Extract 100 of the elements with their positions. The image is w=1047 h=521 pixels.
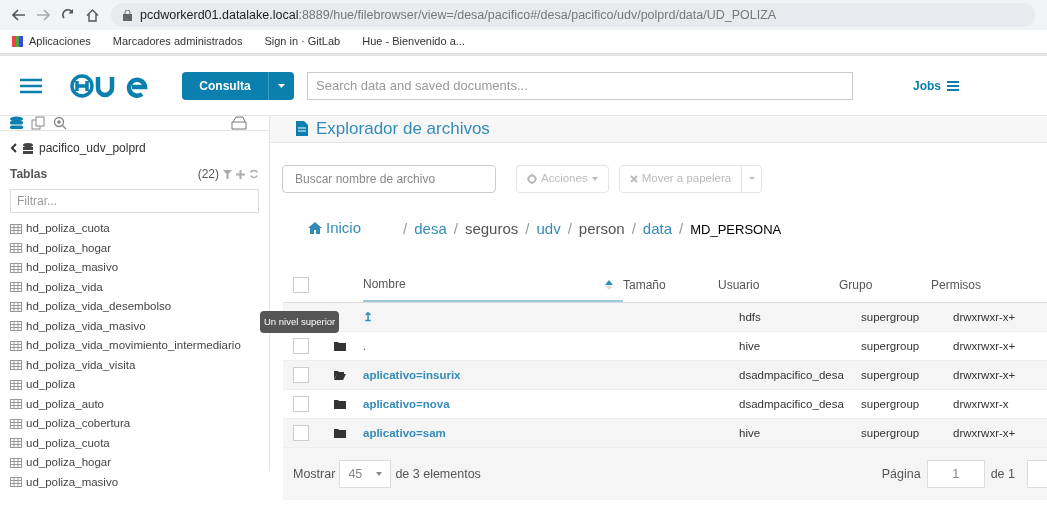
path-link[interactable]: data xyxy=(642,217,673,241)
path-link[interactable]: desa xyxy=(414,217,447,241)
folder-icon xyxy=(334,399,346,410)
documents-icon[interactable] xyxy=(31,116,45,130)
table-cell-text: hdfs xyxy=(739,309,762,325)
jobs-link[interactable]: Jobs xyxy=(913,76,941,95)
search-field[interactable]: Search data and saved documents... xyxy=(307,71,853,100)
table-icon xyxy=(10,457,22,468)
table-icon xyxy=(10,340,22,351)
table-cell-text: drwxrwxr-x xyxy=(953,396,1009,412)
table-cell-text: dsadmpacifico_desa xyxy=(739,396,845,412)
column-header[interactable]: Tamaño xyxy=(623,276,718,295)
gear-icon xyxy=(527,173,537,184)
folder-icon xyxy=(334,341,346,352)
checkbox[interactable] xyxy=(293,367,309,384)
column-header[interactable]: Permisos xyxy=(931,276,981,295)
reload-icon[interactable] xyxy=(62,9,74,21)
table-icon xyxy=(10,418,22,429)
table-item[interactable]: ud_poliza xyxy=(10,375,259,395)
column-header[interactable]: Usuario xyxy=(718,276,839,295)
checkbox[interactable] xyxy=(293,425,309,442)
table-item[interactable]: hd_poliza_vida_movimiento_intermediario xyxy=(10,336,259,356)
table-item[interactable]: hd_poliza_vida_visita xyxy=(10,355,259,375)
address-bar[interactable]: pcdworkerd01.datalake.local:8889/hue/filebrowser/view=/desa/pacifico#/desa/pacifico/udv/polprd/data/UD_POLIZA xyxy=(111,3,1035,27)
file-icon xyxy=(296,121,308,137)
open-folder-icon xyxy=(334,370,346,381)
database-icon xyxy=(23,142,33,154)
column-header[interactable]: Grupo xyxy=(839,276,931,295)
table-cell-text: supergroup xyxy=(861,396,921,412)
checkbox[interactable] xyxy=(293,396,309,413)
path-separator: / xyxy=(403,218,408,239)
menu-icon[interactable] xyxy=(20,77,42,94)
table-icon xyxy=(10,301,22,312)
table-cell-text: hive xyxy=(739,425,762,441)
show-label: Mostrar xyxy=(293,465,336,483)
sort-icon[interactable] xyxy=(605,280,613,291)
bookmark[interactable]: Sign in · GitLab xyxy=(258,33,341,50)
back-chevron-icon[interactable] xyxy=(10,143,17,153)
table-item[interactable]: ud_poliza_masivo xyxy=(10,472,259,492)
table-item[interactable]: ud_poliza_cobertura xyxy=(10,414,259,434)
trash-dropdown-button[interactable] xyxy=(742,164,763,193)
table-item[interactable]: ud_poliza_cuota xyxy=(10,433,259,453)
page-size-select[interactable]: 45 xyxy=(339,460,392,489)
path-separator: / xyxy=(453,218,458,239)
home-icon xyxy=(308,221,322,234)
file-name-link[interactable]: . xyxy=(363,337,739,355)
caret-icon xyxy=(376,472,383,477)
table-item[interactable]: hd_poliza_vida xyxy=(10,277,259,297)
table-item[interactable]: ud_poliza_hogar xyxy=(10,453,259,473)
table-cell-text: supergroup xyxy=(861,338,921,354)
forward-icon[interactable] xyxy=(37,9,50,21)
table-cell-text: supergroup xyxy=(861,367,921,383)
query-dropdown-button[interactable] xyxy=(268,71,294,100)
table-item[interactable]: hd_poliza_vida_masivo xyxy=(10,316,259,336)
path-separator: / xyxy=(525,218,530,239)
file-name-link[interactable]: aplicativo=nova xyxy=(363,395,739,413)
first-page-button[interactable] xyxy=(1027,460,1047,489)
home-link[interactable]: Inicio xyxy=(308,216,362,239)
home-icon[interactable] xyxy=(86,8,99,22)
table-cell-text: supergroup xyxy=(861,425,921,441)
file-name-link[interactable]: aplicativo=sam xyxy=(363,424,739,442)
table-icon xyxy=(10,243,22,254)
page-field[interactable]: 1 xyxy=(926,460,985,489)
table-cell-text: drwxrwxr-x+ xyxy=(953,367,1016,383)
page-total: de 1 xyxy=(990,465,1015,483)
table-item[interactable]: hd_poliza_cuota xyxy=(10,219,259,239)
query-button[interactable]: Consulta xyxy=(182,71,268,100)
caret-icon xyxy=(278,83,285,88)
filter-field[interactable]: Filtrar... xyxy=(10,189,259,213)
table-cell-text: hive xyxy=(739,338,762,354)
checkbox[interactable] xyxy=(293,338,309,355)
checkbox[interactable] xyxy=(293,277,309,294)
table-item[interactable]: hd_poliza_hogar xyxy=(10,238,259,258)
table-count: (22) xyxy=(197,166,219,183)
count-text: de 3 elementos xyxy=(395,465,481,483)
bookmark[interactable]: Marcadores administrados xyxy=(106,33,243,50)
filter-icon[interactable] xyxy=(223,169,232,179)
file-name-link[interactable]: aplicativo=insurix xyxy=(363,366,739,384)
table-cell-text: drwxrwxr-x+ xyxy=(953,338,1016,354)
path-link[interactable]: udv xyxy=(536,217,561,241)
add-icon[interactable] xyxy=(236,169,245,179)
database-icon[interactable] xyxy=(10,116,23,130)
back-icon[interactable] xyxy=(12,9,25,21)
caret-icon xyxy=(591,176,598,181)
folder-icon[interactable] xyxy=(231,116,247,130)
section-title: Tablas xyxy=(10,166,48,183)
bookmark-icon xyxy=(12,36,23,47)
logo-icon xyxy=(70,73,148,98)
bookmark[interactable]: Hue - Bienvenido a... xyxy=(356,33,465,50)
table-icon xyxy=(10,262,22,273)
zoom-icon[interactable] xyxy=(53,116,67,130)
table-cell-text: drwxrwxr-x+ xyxy=(953,309,1016,325)
table-item[interactable]: ud_poliza_auto xyxy=(10,394,259,414)
bookmark[interactable]: Aplicaciones xyxy=(12,33,91,50)
file-search-field[interactable]: Buscar nombre de archivo xyxy=(282,164,496,193)
table-item[interactable]: hd_poliza_masivo xyxy=(10,258,259,278)
path-separator: / xyxy=(567,218,572,239)
refresh-icon[interactable] xyxy=(249,169,259,179)
table-icon xyxy=(10,321,22,332)
table-item[interactable]: hd_poliza_vida_desembolso xyxy=(10,297,259,317)
